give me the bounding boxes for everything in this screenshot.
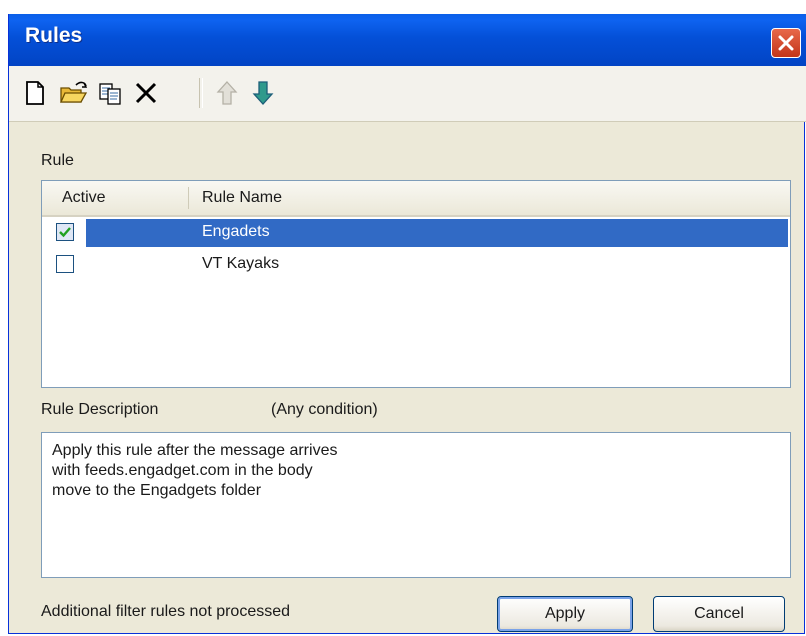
move-down-icon bbox=[252, 81, 274, 105]
list-header: Active Rule Name bbox=[42, 181, 790, 217]
condition-mode-label: (Any condition) bbox=[271, 401, 378, 418]
checkmark-icon bbox=[59, 227, 71, 238]
description-line: move to the Engadgets folder bbox=[52, 482, 262, 499]
rule-row-vt-kayaks[interactable]: VT Kayaks bbox=[42, 251, 790, 279]
open-button[interactable] bbox=[59, 80, 89, 106]
column-header-rule-name[interactable]: Rule Name bbox=[202, 189, 282, 207]
description-line: Apply this rule after the message arrive… bbox=[52, 442, 338, 459]
close-icon bbox=[778, 35, 794, 51]
status-text: Additional filter rules not processed bbox=[41, 603, 291, 620]
close-button[interactable] bbox=[771, 28, 801, 58]
move-down-button[interactable] bbox=[251, 80, 275, 106]
active-checkbox[interactable] bbox=[56, 255, 74, 273]
new-icon bbox=[26, 81, 44, 105]
delete-icon bbox=[135, 82, 157, 104]
move-up-button[interactable] bbox=[215, 80, 239, 106]
rule-row-engadets[interactable]: Engadets bbox=[42, 219, 790, 247]
title-bar[interactable]: Rules bbox=[9, 14, 806, 66]
column-header-active[interactable]: Active bbox=[62, 189, 106, 207]
apply-button[interactable]: Apply bbox=[497, 596, 633, 632]
column-divider[interactable] bbox=[188, 187, 189, 209]
copy-button[interactable] bbox=[97, 80, 125, 106]
rules-list[interactable]: Active Rule Name Engadets VT Kayaks bbox=[41, 180, 791, 388]
toolbar-separator bbox=[199, 78, 203, 108]
selection-highlight bbox=[86, 219, 788, 247]
copy-icon bbox=[99, 83, 121, 105]
delete-button[interactable] bbox=[133, 80, 159, 106]
rule-description-label: Rule Description bbox=[41, 401, 159, 418]
description-line: with feeds.engadget.com in the body bbox=[52, 462, 313, 479]
window-title: Rules bbox=[25, 24, 83, 47]
rule-description-box[interactable]: Apply this rule after the message arrive… bbox=[41, 432, 791, 578]
move-up-icon bbox=[216, 81, 238, 105]
new-rule-button[interactable] bbox=[23, 80, 47, 106]
rules-dialog: Rules Rule Active Rule Name Engadets VT … bbox=[8, 14, 806, 634]
cancel-button[interactable]: Cancel bbox=[653, 596, 785, 632]
rule-section-label: Rule bbox=[41, 152, 74, 169]
open-folder-icon bbox=[59, 81, 88, 103]
toolbar bbox=[9, 66, 806, 122]
rule-name: VT Kayaks bbox=[202, 255, 280, 272]
active-checkbox[interactable] bbox=[56, 223, 74, 241]
rule-name: Engadets bbox=[202, 223, 270, 240]
